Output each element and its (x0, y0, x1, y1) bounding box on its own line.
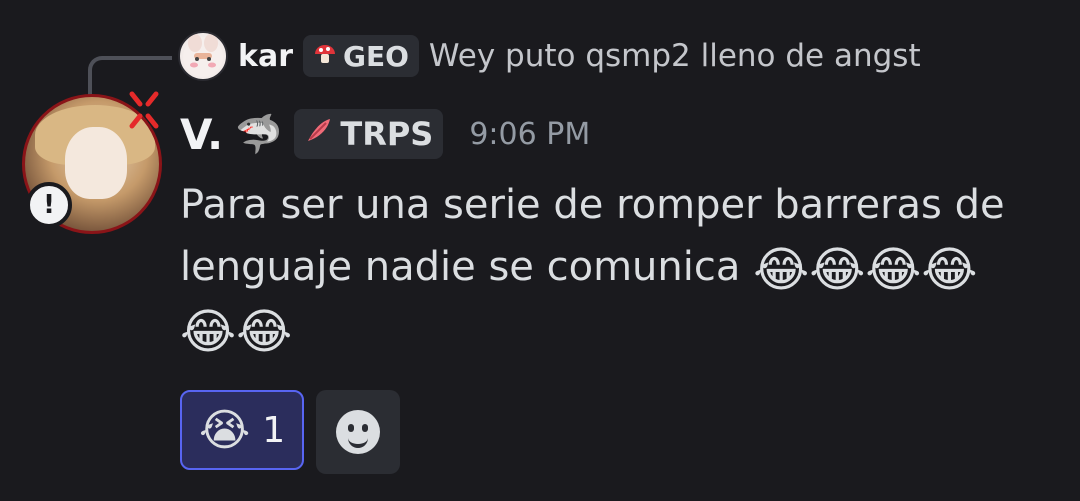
emoji-joy[interactable]: 😂 (809, 242, 865, 298)
reactions-bar: 😭 1 (180, 390, 400, 474)
author-guild-tag[interactable]: TRPS (294, 109, 444, 159)
exclamation-icon: ! (26, 182, 72, 228)
chat-message: kar GEO Wey puto qsmp2 lleno de angst ! … (0, 0, 1080, 501)
shark-icon: 🦈 (235, 111, 283, 156)
reaction-loudly-crying[interactable]: 😭 1 (180, 390, 304, 470)
reply-preview[interactable]: kar GEO Wey puto qsmp2 lleno de angst (178, 31, 921, 81)
mushroom-icon (313, 40, 337, 73)
emoji-joy[interactable]: 😂 (753, 242, 809, 298)
emoji-joy[interactable]: 😂 (921, 242, 977, 298)
author-avatar[interactable]: ! (22, 91, 162, 234)
reaction-emoji: 😭 (198, 404, 251, 456)
message-header: V. 🦈 TRPS 9:06 PM (180, 108, 590, 160)
smile-icon (336, 410, 380, 454)
emoji-joy[interactable]: 😂 (236, 304, 292, 360)
reply-text[interactable]: Wey puto qsmp2 lleno de angst (429, 38, 921, 74)
author-name[interactable]: V. (180, 110, 223, 159)
add-reaction-button[interactable] (316, 390, 400, 474)
reply-avatar[interactable] (178, 31, 228, 81)
emoji-joy[interactable]: 😂 (180, 304, 236, 360)
message-content: Para ser una serie de romper barreras de… (180, 174, 1060, 360)
author-guild-tag-label: TRPS (340, 115, 434, 153)
emoji-joy[interactable]: 😂 (865, 242, 921, 298)
reaction-count: 1 (262, 409, 286, 451)
anger-icon (124, 90, 164, 130)
reply-guild-tag[interactable]: GEO (303, 35, 419, 77)
timestamp[interactable]: 9:06 PM (469, 117, 590, 152)
feather-icon (304, 115, 334, 153)
reply-author[interactable]: kar (238, 39, 293, 74)
reply-guild-tag-label: GEO (343, 39, 409, 73)
